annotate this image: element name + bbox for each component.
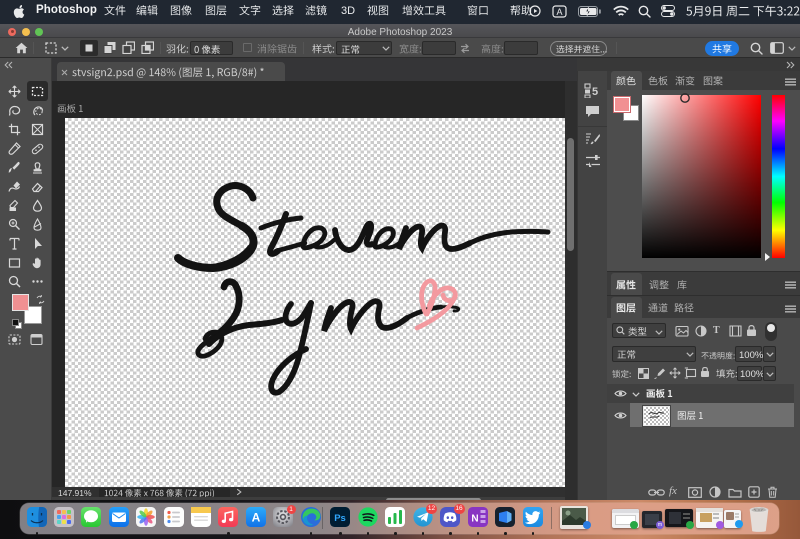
svg-text:Ps: Ps	[334, 513, 346, 524]
svg-text:A: A	[556, 6, 562, 16]
svg-text:5: 5	[592, 86, 598, 98]
svg-text:N: N	[471, 514, 478, 525]
svg-text:A: A	[251, 511, 260, 525]
